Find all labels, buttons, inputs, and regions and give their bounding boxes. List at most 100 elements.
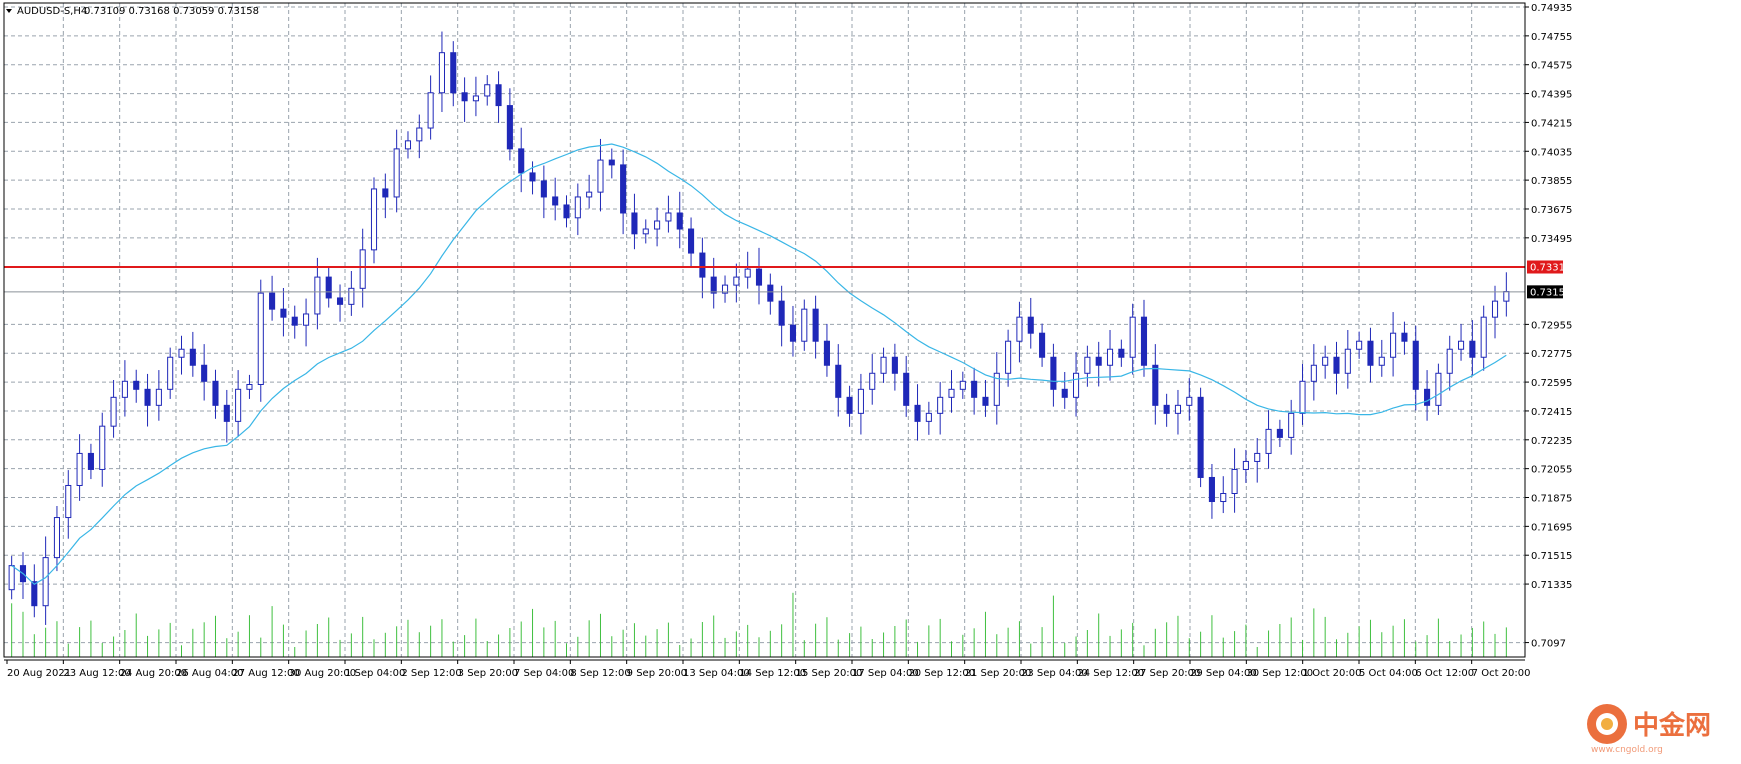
candle-body	[937, 396, 944, 414]
candle-body	[1333, 356, 1340, 374]
candle-body	[291, 316, 298, 326]
candle-body	[688, 228, 695, 254]
candle-body	[665, 212, 672, 222]
cngold-watermark: 中金网 www.cngold.org	[1585, 700, 1735, 756]
cngold-logo-icon	[1587, 704, 1627, 744]
candle-body	[676, 212, 683, 230]
price-tick-label: 0.71515	[1531, 551, 1572, 562]
time-tick-label: 6 Oct 12:00	[1415, 668, 1474, 679]
candle-body	[201, 364, 208, 382]
candle-body	[608, 159, 615, 166]
candle-body	[1061, 388, 1068, 398]
candle-body	[1073, 372, 1080, 398]
candle-body	[529, 172, 536, 182]
candle-body	[427, 92, 434, 129]
candle-body	[733, 276, 740, 286]
time-tick-label: 3 Sep 20:00	[458, 668, 518, 679]
candle-body	[1424, 388, 1431, 406]
candle-body	[1005, 340, 1012, 374]
candle-body	[1412, 340, 1419, 390]
volume-histogram	[11, 592, 1507, 657]
candle-body	[325, 276, 332, 299]
candle-body	[1129, 316, 1136, 358]
moving-average-series	[11, 143, 1507, 586]
candle-body	[1163, 404, 1170, 414]
price-tick-label: 0.74395	[1531, 90, 1572, 101]
candle-body	[891, 356, 898, 374]
candle-body	[42, 557, 49, 607]
candle-body	[869, 372, 876, 390]
candle-body	[178, 348, 185, 358]
candle-body	[99, 425, 106, 470]
candle-body	[450, 52, 457, 94]
candle-body	[914, 404, 921, 422]
candle-body	[257, 292, 264, 385]
time-tick-label: 1 Oct 20:00	[1303, 668, 1362, 679]
price-tick-label: 0.74755	[1531, 32, 1572, 43]
candle-body	[574, 196, 581, 219]
candle-body	[133, 380, 140, 390]
candle-body	[744, 268, 751, 278]
candle-body	[416, 127, 423, 142]
candle-body	[1186, 396, 1193, 406]
candle-body	[189, 348, 196, 366]
candle-body	[948, 388, 955, 398]
candle-body	[1322, 356, 1329, 366]
candle-body	[212, 380, 219, 406]
candle-body	[1457, 340, 1465, 350]
price-tick-label: 0.72955	[1531, 320, 1572, 331]
candle-body	[857, 388, 864, 414]
candle-body	[155, 388, 162, 406]
price-tick-label: 0.73855	[1531, 176, 1572, 187]
candle-body	[144, 388, 151, 406]
candle-body	[1503, 291, 1510, 302]
candle-body	[167, 356, 174, 390]
time-tick-label: 2 Sep 12:00	[401, 668, 461, 679]
candle-body	[1197, 396, 1204, 478]
cngold-url-text: www.cngold.org	[1591, 745, 1663, 755]
candle-body	[597, 159, 604, 193]
candle-body	[1231, 468, 1238, 494]
candle-body	[903, 372, 910, 406]
candle-body	[1152, 364, 1159, 406]
candle-body	[359, 249, 366, 289]
price-tick-label: 0.74215	[1531, 118, 1572, 129]
resistance-price-label: 0.73313	[1530, 263, 1571, 274]
candle-body	[1310, 364, 1317, 382]
candle-body	[925, 412, 932, 422]
candle-body	[31, 581, 38, 607]
cngold-brand-text: 中金网	[1633, 710, 1711, 741]
time-tick-label: 1 Sep 04:00	[345, 668, 405, 679]
candle-body	[336, 297, 344, 305]
candle-body	[65, 484, 72, 519]
candle-body	[382, 188, 389, 198]
candle-body	[506, 105, 513, 150]
time-tick-label: 5 Oct 04:00	[1359, 668, 1418, 679]
candle-body	[1356, 340, 1363, 350]
resistance-price-tag: 0.73313	[1527, 260, 1571, 274]
candle-body	[654, 220, 661, 230]
candle-body	[699, 252, 706, 278]
candle-body	[1299, 380, 1306, 414]
candle-body	[1106, 348, 1114, 366]
candle-body	[246, 384, 253, 390]
candle-body	[1118, 348, 1125, 358]
chart-menu-triangle-icon[interactable]	[6, 9, 12, 13]
candle-body	[280, 308, 287, 318]
candle-body	[982, 396, 989, 406]
candle-body	[438, 52, 445, 94]
candlestick-series	[8, 31, 1510, 625]
candle-body	[1276, 428, 1283, 438]
candle-body	[1469, 340, 1476, 358]
candle-body	[518, 148, 525, 174]
price-tick-label: 0.74035	[1531, 147, 1572, 158]
candle-body	[1480, 316, 1487, 358]
candle-body	[812, 308, 819, 342]
candle-body	[540, 180, 547, 198]
candle-body	[461, 92, 468, 102]
price-chart[interactable]: 0.74935 0.74755 0.74575 0.74395 0.74215 0.740…	[0, 0, 1741, 764]
candle-body	[620, 164, 627, 214]
price-tick-label: 0.72415	[1531, 407, 1572, 418]
candle-body	[1288, 412, 1295, 438]
candle-body	[1242, 460, 1249, 470]
